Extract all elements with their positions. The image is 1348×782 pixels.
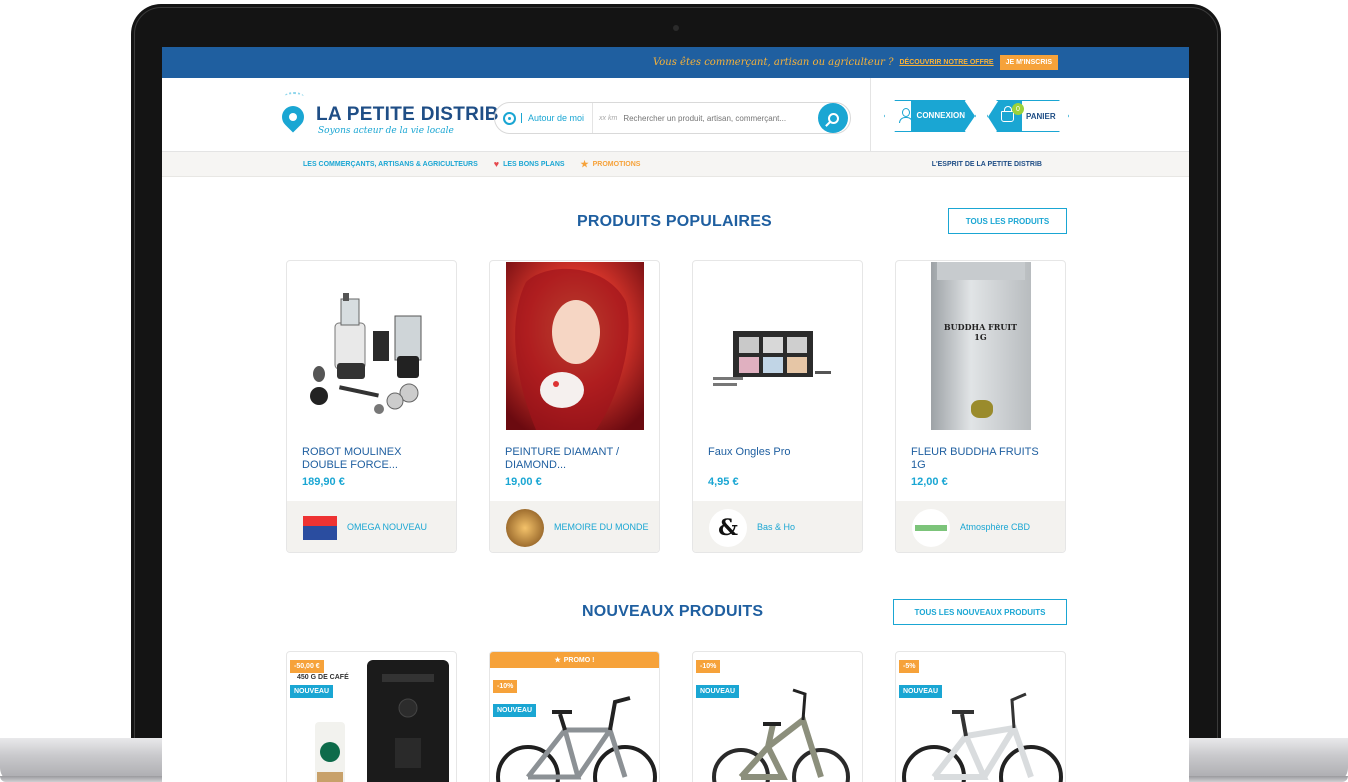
merchant-offer-bar: Vous êtes commerçant, artisan ou agricul… bbox=[162, 47, 1189, 78]
login-label: CONNEXION bbox=[916, 111, 965, 120]
star-icon: ★ bbox=[580, 158, 589, 169]
cart-count-badge: 0 bbox=[1012, 103, 1024, 115]
product-image-food-processor[interactable] bbox=[287, 261, 456, 431]
shop-name: MEMOIRE DU MONDE bbox=[554, 522, 649, 532]
user-icon bbox=[899, 108, 913, 124]
cart-button[interactable]: 0 PANIER bbox=[987, 100, 1069, 132]
new-badge: NOUVEAU bbox=[899, 685, 943, 698]
product-name[interactable]: FLEUR BUDDHA FRUITS 1G bbox=[911, 446, 1053, 472]
shop-logo-atmosphere bbox=[912, 508, 950, 547]
logo-tagline: Soyons acteur de la vie locale bbox=[318, 126, 454, 136]
shop-footer[interactable]: OMEGA NOUVEAU bbox=[287, 501, 456, 552]
nav-item-deals[interactable]: ♥ LES BONS PLANS bbox=[494, 159, 565, 169]
shop-footer[interactable]: Atmosphère CBD bbox=[896, 501, 1065, 552]
basket-icon bbox=[1001, 106, 1014, 122]
product-card[interactable]: ROBOT MOULINEX DOUBLE FORCE... 189,90 € … bbox=[286, 260, 457, 553]
new-badge: NOUVEAU bbox=[493, 704, 537, 717]
shop-footer[interactable]: MEMOIRE DU MONDE bbox=[490, 501, 659, 552]
new-products-title: NOUVEAUX PRODUITS bbox=[582, 603, 764, 620]
signup-button[interactable]: JE M'INSCRIS bbox=[999, 55, 1058, 70]
search-icon bbox=[827, 112, 839, 124]
around-me-button[interactable]: Autour de moi bbox=[495, 103, 594, 133]
new-badge: NOUVEAU bbox=[696, 685, 740, 698]
nav-item-spirit[interactable]: L'ESPRIT DE LA PETITE DISTRIB bbox=[932, 161, 1042, 168]
product-card[interactable]: Faux Ongles Pro 4,95 € & Bas & Ho bbox=[692, 260, 863, 553]
all-new-products-button[interactable]: TOUS LES NOUVEAUX PRODUITS bbox=[893, 599, 1067, 625]
search-button[interactable] bbox=[818, 103, 848, 133]
new-product-card[interactable]: ★ PROMO ! -10% NOUVEAU bbox=[489, 651, 660, 782]
product-price: 4,95 € bbox=[708, 476, 739, 488]
shop-footer[interactable]: & Bas & Ho bbox=[693, 501, 862, 552]
logo-rays bbox=[284, 92, 304, 102]
nav-item-promotions[interactable]: ★ PROMOTIONS bbox=[581, 159, 641, 170]
product-name[interactable]: ROBOT MOULINEX DOUBLE FORCE... bbox=[302, 446, 444, 472]
site-header: LA PETITE DISTRIB Soyons acteur de la vi… bbox=[162, 78, 1189, 152]
cart-label: PANIER bbox=[1026, 112, 1056, 121]
product-card[interactable]: BUDDHA FRUIT 1G FLEUR BUDDHA FRUITS 1G 1… bbox=[895, 260, 1066, 553]
main-nav: LES COMMERÇANTS, ARTISANS & AGRICULTEURS… bbox=[162, 152, 1189, 177]
camera-icon bbox=[673, 25, 679, 31]
product-name[interactable]: PEINTURE DIAMANT / DIAMOND... bbox=[505, 446, 647, 472]
merchant-pitch: Vous êtes commerçant, artisan ou agricul… bbox=[652, 57, 894, 68]
discover-offer-link[interactable]: DÉCOUVRIR NOTRE OFFRE bbox=[899, 59, 993, 66]
product-image-cbd-flower[interactable]: BUDDHA FRUIT 1G bbox=[896, 261, 1065, 431]
bag-label: BUDDHA FRUIT 1G bbox=[943, 322, 1018, 342]
laptop-frame: Vous êtes commerçant, artisan ou agricul… bbox=[0, 0, 1348, 782]
radius-label[interactable]: xx km bbox=[593, 115, 623, 122]
discount-tag: -10% bbox=[493, 680, 518, 693]
header-divider bbox=[870, 78, 871, 152]
shop-logo-omega bbox=[303, 515, 337, 540]
product-price: 12,00 € bbox=[911, 476, 948, 488]
discount-tag: -50,00 € bbox=[290, 660, 324, 673]
shop-logo-basho: & bbox=[709, 508, 747, 547]
product-price: 189,90 € bbox=[302, 476, 345, 488]
logo-title: LA PETITE DISTRIB bbox=[316, 104, 499, 125]
product-image-false-nails[interactable] bbox=[693, 261, 862, 431]
new-badge: NOUVEAU bbox=[290, 685, 334, 698]
search-input[interactable] bbox=[623, 113, 818, 123]
shop-logo-memoire bbox=[506, 508, 544, 547]
product-price: 19,00 € bbox=[505, 476, 542, 488]
product-name[interactable]: Faux Ongles Pro bbox=[708, 446, 850, 459]
new-product-card[interactable]: 450 G DE CAFÉ -50,00 € NOUVEAU bbox=[286, 651, 457, 782]
login-button[interactable]: CONNEXION bbox=[884, 100, 976, 132]
heart-icon: ♥ bbox=[493, 159, 500, 169]
product-image-diamond-painting[interactable] bbox=[490, 261, 659, 431]
nav-deals-label: LES BONS PLANS bbox=[503, 160, 565, 168]
shop-name: OMEGA NOUVEAU bbox=[347, 522, 428, 532]
website-screen: Vous êtes commerçant, artisan ou agricul… bbox=[162, 47, 1189, 782]
location-pin-icon bbox=[277, 101, 309, 133]
product-card[interactable]: PEINTURE DIAMANT / DIAMOND... 19,00 € ME… bbox=[489, 260, 660, 553]
all-products-button[interactable]: TOUS LES PRODUITS bbox=[948, 208, 1067, 234]
discount-tag: -10% bbox=[696, 660, 721, 673]
search-bar: Autour de moi xx km bbox=[494, 102, 851, 134]
nav-promotions-label: PROMOTIONS bbox=[592, 160, 641, 168]
discount-tag: -5% bbox=[899, 660, 920, 673]
nav-item-merchants[interactable]: LES COMMERÇANTS, ARTISANS & AGRICULTEURS bbox=[303, 161, 478, 168]
bag-caption: 450 G DE CAFÉ bbox=[297, 674, 349, 681]
around-me-label: Autour de moi bbox=[521, 113, 584, 123]
locate-target-icon bbox=[503, 111, 516, 125]
new-product-card[interactable]: -10% NOUVEAU bbox=[692, 651, 863, 782]
shop-name: Atmosphère CBD bbox=[960, 522, 1031, 532]
popular-products-title: PRODUITS POPULAIRES bbox=[577, 213, 772, 230]
shop-name: Bas & Ho bbox=[757, 522, 796, 532]
new-product-card[interactable]: -5% NOUVEAU bbox=[895, 651, 1066, 782]
